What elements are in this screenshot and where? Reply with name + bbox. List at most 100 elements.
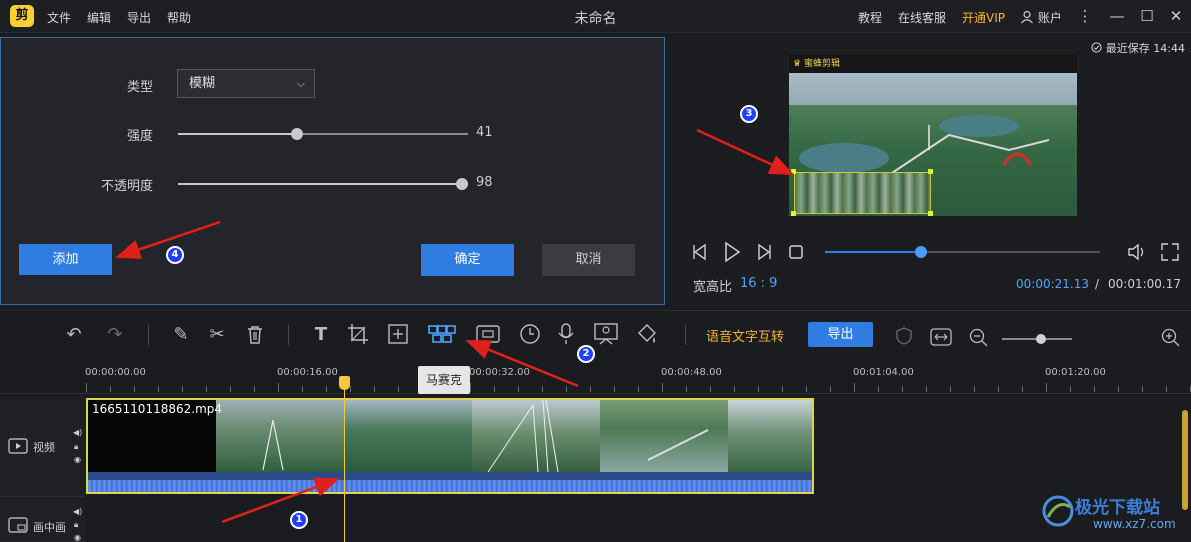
redo-icon[interactable]: ↷: [103, 323, 127, 347]
type-select-value: 模糊: [189, 76, 216, 91]
ruler-tick: [590, 386, 591, 392]
zoom-in-icon[interactable]: [1161, 328, 1181, 348]
annotation-badge-2: 2: [577, 345, 595, 363]
annotation-badge-3: 3: [740, 105, 758, 123]
minimize-icon[interactable]: —: [1106, 5, 1128, 27]
maximize-icon[interactable]: ☐: [1136, 5, 1158, 27]
volume-icon[interactable]: ◀): [73, 507, 82, 516]
tick-label: 00:00:32.00: [469, 367, 530, 378]
ruler-tick: [806, 386, 807, 392]
ruler-tick: [854, 383, 855, 392]
ruler-tick: [974, 386, 975, 392]
ruler-tick: [758, 386, 759, 392]
zoom-slider[interactable]: [1002, 334, 1072, 344]
mosaic-resize-handle[interactable]: [928, 169, 933, 174]
current-time: 00:00:21.13: [1016, 277, 1089, 291]
ruler-tick: [134, 386, 135, 392]
export-button[interactable]: 导出: [808, 322, 873, 347]
text-icon[interactable]: T: [309, 323, 333, 347]
ruler-tick: [1046, 383, 1047, 392]
chevron-down-icon: ⌵: [296, 77, 305, 90]
playback-progress-fill: [825, 251, 922, 253]
total-time: 00:01:00.17: [1108, 277, 1181, 291]
account-button[interactable]: 账户: [1020, 9, 1062, 26]
mic-icon[interactable]: [557, 322, 575, 346]
prev-frame-icon[interactable]: [690, 243, 710, 261]
menu-file[interactable]: 文件: [47, 9, 71, 26]
eye-icon[interactable]: ◉: [74, 455, 81, 464]
add-button[interactable]: 添加: [19, 244, 112, 275]
screen-record-icon[interactable]: [593, 322, 619, 346]
ruler-tick: [782, 386, 783, 392]
support-link[interactable]: 在线客服: [898, 9, 946, 26]
fullscreen-icon[interactable]: [1160, 242, 1180, 262]
ruler-tick: [254, 386, 255, 392]
opacity-slider-handle[interactable]: [456, 178, 469, 190]
ruler-tick: [86, 383, 87, 392]
opacity-value: 98: [476, 175, 493, 190]
menu-dots-icon[interactable]: ⋮: [1074, 5, 1096, 27]
toolbar-divider: [685, 325, 686, 345]
crop-icon[interactable]: [347, 323, 369, 345]
stop-icon[interactable]: [789, 245, 803, 259]
mosaic-region[interactable]: [794, 172, 931, 214]
video-clip[interactable]: 1665110118862.mp4: [86, 398, 814, 494]
zoom-out-icon[interactable]: [969, 328, 989, 348]
shield-icon[interactable]: [896, 327, 912, 345]
close-icon[interactable]: ✕: [1165, 5, 1187, 27]
menu-export[interactable]: 导出: [127, 9, 151, 26]
speed-icon[interactable]: [519, 323, 541, 345]
video-track-header: 视频 ◀) 🔒︎ ◉: [0, 396, 85, 497]
play-icon[interactable]: [722, 241, 742, 263]
zoom-slider-handle[interactable]: [1035, 334, 1046, 344]
account-label: 账户: [1037, 11, 1062, 25]
confirm-button[interactable]: 确定: [421, 244, 514, 276]
toolbar-divider: [288, 325, 289, 345]
cancel-button[interactable]: 取消: [542, 244, 635, 276]
playhead-handle[interactable]: [339, 376, 350, 390]
video-track-label: 视频: [33, 441, 55, 454]
user-icon: [1021, 10, 1033, 24]
mosaic-resize-handle[interactable]: [791, 211, 796, 216]
mosaic-resize-handle[interactable]: [791, 169, 796, 174]
ruler-tick: [518, 386, 519, 392]
strength-slider-handle[interactable]: [290, 128, 303, 140]
annotation-badge-1: 1: [290, 511, 308, 529]
strength-value: 41: [476, 125, 493, 140]
volume-icon[interactable]: [1126, 242, 1148, 262]
ruler-tick: [998, 386, 999, 392]
menu-help[interactable]: 帮助: [167, 9, 191, 26]
watermark-text: 极光下载站: [1075, 498, 1160, 518]
watermark-url: www.xz7.com: [1093, 517, 1176, 531]
zoom-frame-icon[interactable]: [387, 323, 409, 345]
strength-slider[interactable]: [178, 128, 468, 140]
freeze-frame-icon[interactable]: [475, 323, 501, 345]
ruler-tick: [158, 386, 159, 392]
opacity-slider[interactable]: [178, 178, 469, 190]
playback-progress-bar[interactable]: [825, 246, 1100, 258]
aspect-ratio-value[interactable]: 16 : 9: [740, 276, 777, 291]
frame-logo-bar: ♛ 蜜蜂剪辑: [789, 55, 1077, 73]
vip-link[interactable]: 开通VIP: [962, 9, 1005, 26]
fit-width-icon[interactable]: [930, 328, 952, 346]
speech-to-text-button[interactable]: 语音文字互转: [706, 326, 784, 345]
eye-icon[interactable]: ◉: [74, 533, 81, 542]
timeline-ruler[interactable]: [0, 362, 1191, 394]
scissors-icon[interactable]: ✂: [205, 323, 229, 347]
next-frame-icon[interactable]: [754, 243, 774, 261]
volume-icon[interactable]: ◀): [73, 428, 82, 437]
menu-edit[interactable]: 编辑: [87, 9, 111, 26]
mosaic-icon[interactable]: [427, 323, 457, 345]
lock-icon[interactable]: 🔒︎: [74, 442, 78, 452]
ruler-tick: [1022, 386, 1023, 392]
app-logo-icon: 剪: [10, 5, 34, 27]
mosaic-resize-handle[interactable]: [928, 211, 933, 216]
mosaic-tooltip: 马赛克: [418, 366, 470, 394]
type-select[interactable]: 模糊 ⌵: [177, 69, 315, 98]
tutorial-link[interactable]: 教程: [858, 9, 882, 26]
paint-icon[interactable]: [635, 323, 659, 345]
pen-icon[interactable]: ✎: [169, 323, 193, 347]
undo-icon[interactable]: ↶: [62, 323, 86, 347]
delete-icon[interactable]: [245, 324, 265, 346]
lock-icon[interactable]: 🔒︎: [74, 520, 78, 530]
